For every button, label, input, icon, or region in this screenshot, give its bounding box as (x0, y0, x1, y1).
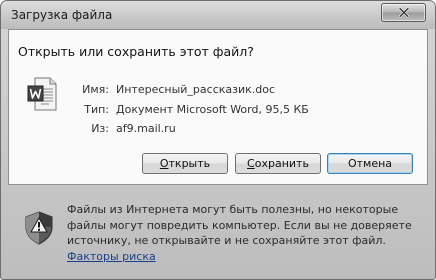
shield-warning-icon (24, 211, 54, 245)
cancel-button[interactable]: Отмена (327, 153, 413, 174)
file-download-dialog: Загрузка файла Открыть или сохранить это… (0, 0, 436, 280)
dialog-content: Открыть или сохранить этот файл? Имя: Ин… (8, 29, 428, 185)
window-title: Загрузка файла (11, 8, 113, 22)
close-icon (398, 7, 409, 18)
open-button-accelerator: О (159, 157, 169, 170)
cancel-button-label: Отмена (347, 157, 393, 170)
file-name-label: Имя: (82, 83, 109, 96)
file-type-value: Документ Microsoft Word, 95,5 КБ (116, 103, 309, 116)
security-warning: Файлы из Интернета могут быть полезны, н… (8, 190, 426, 270)
warning-text-block: Файлы из Интернета могут быть полезны, н… (67, 202, 423, 264)
close-button[interactable] (381, 3, 426, 22)
save-button-label: охранить (254, 157, 309, 170)
dialog-heading: Открыть или сохранить этот файл? (18, 44, 254, 59)
title-bar[interactable]: Загрузка файла (1, 1, 435, 29)
save-button[interactable]: Сохранить (235, 153, 321, 174)
warning-message: Файлы из Интернета могут быть полезны, н… (67, 203, 412, 247)
risk-factors-link[interactable]: Факторы риска (67, 250, 156, 263)
file-type-label: Тип: (84, 103, 109, 116)
file-name-value: Интересный_рассказик.doc (116, 83, 276, 96)
save-button-accelerator: С (247, 157, 255, 170)
open-button[interactable]: Открыть (142, 153, 228, 174)
open-button-label: ткрыть (168, 157, 211, 170)
file-source-label: Из: (91, 122, 109, 135)
file-source-value: af9.mail.ru (116, 122, 176, 135)
